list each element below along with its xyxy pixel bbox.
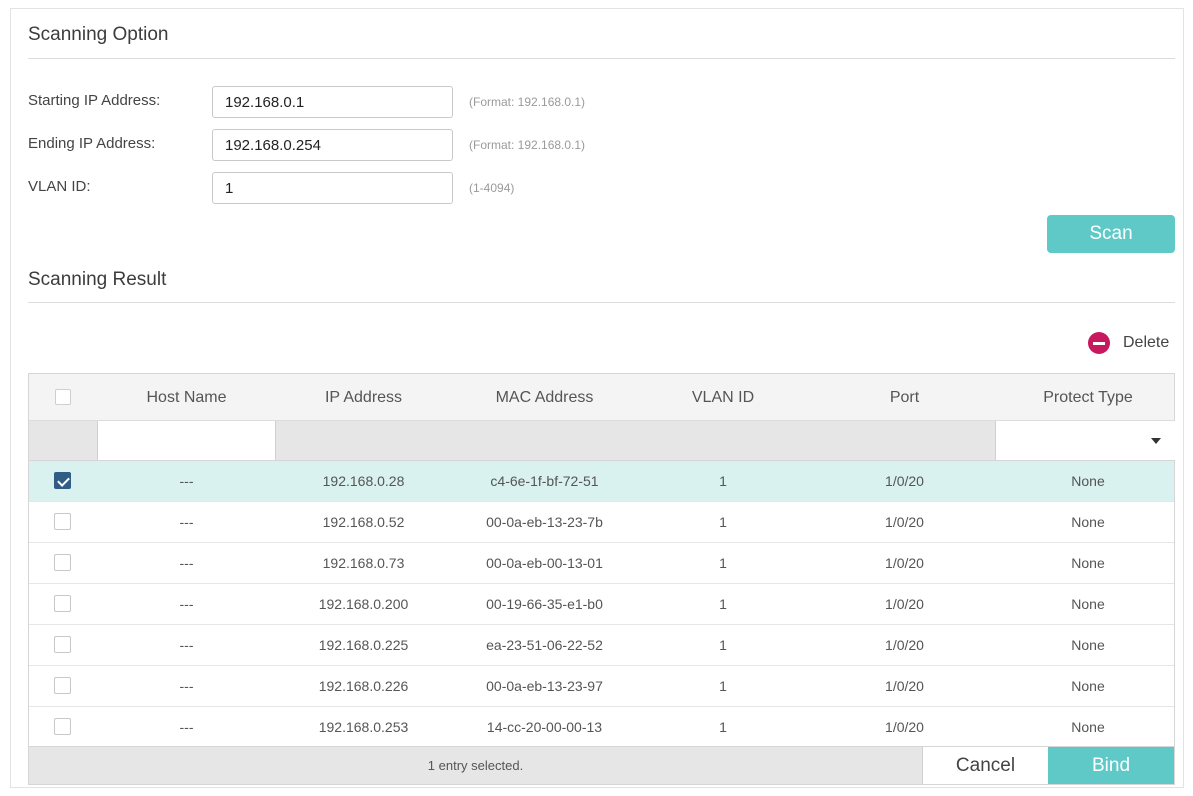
vlan-id-cell: 1 [719,596,727,612]
table-row[interactable]: --- 192.168.0.225 ea-23-51-06-22-52 1 1/0/20… [29,625,1174,666]
bind-button[interactable]: Bind [1048,747,1174,784]
mac-address-cell: ea-23-51-06-22-52 [486,637,603,653]
protect-type-cell: None [1071,473,1105,489]
column-header[interactable]: Host Name [97,374,276,421]
ip-address-cell: 192.168.0.28 [322,473,405,489]
ip-address-cell: 192.168.0.52 [322,514,405,530]
vlan-id-cell: 1 [719,678,727,694]
section-divider [28,58,1175,59]
mac-address-cell: 00-0a-eb-00-13-01 [486,555,603,571]
vlan-id-cell: 1 [719,555,727,571]
ending-ip-input[interactable] [212,129,453,161]
vlan-id-label: VLAN ID: [28,178,91,195]
scan-result-table: Host Name IP Address MAC Address VLAN ID… [28,373,1175,785]
scanning-result-title: Scanning Result [28,269,167,290]
host-name-cell: --- [179,637,194,653]
filter-row [29,421,1175,461]
caret-down-icon [1151,438,1161,444]
vlan-id-hint: (1-4094) [469,181,515,195]
column-header[interactable]: Port [808,374,1001,421]
protect-type-cell: None [1071,555,1105,571]
protect-type-cell: None [1071,719,1105,735]
port-cell: 1/0/20 [885,637,924,653]
ip-address-cell: 192.168.0.200 [318,596,409,612]
mac-address-cell: 00-19-66-35-e1-b0 [486,596,603,612]
minus-circle-icon [1088,332,1110,354]
starting-ip-hint: (Format: 192.168.0.1) [469,95,586,109]
table-footer: 1 entry selected. Cancel Bind [29,746,1174,784]
row-checkbox[interactable] [54,718,71,735]
host-name-cell: --- [179,719,194,735]
table-row[interactable]: --- 192.168.0.52 00-0a-eb-13-23-7b 1 1/0/20 N… [29,502,1174,543]
row-checkbox[interactable] [54,472,71,489]
protect-type-cell: None [1071,678,1105,694]
column-header[interactable]: IP Address [276,374,451,421]
ip-address-cell: 192.168.0.253 [318,719,409,735]
protect-type-cell: None [1071,637,1105,653]
scanning-option-title: Scanning Option [28,24,169,45]
table-row[interactable]: --- 192.168.0.73 00-0a-eb-00-13-01 1 1/0/20 N… [29,543,1174,584]
port-cell: 1/0/20 [885,473,924,489]
delete-button[interactable]: Delete [1088,331,1169,355]
protect-type-filter-select[interactable] [995,421,1175,460]
host-name-cell: --- [179,678,194,694]
ending-ip-hint: (Format: 192.168.0.1) [469,138,586,152]
port-cell: 1/0/20 [885,678,924,694]
ip-address-cell: 192.168.0.226 [318,678,409,694]
table-row[interactable]: --- 192.168.0.253 14-cc-20-00-00-13 1 1/0/20… [29,707,1174,748]
row-checkbox[interactable] [54,554,71,571]
protect-type-cell: None [1071,514,1105,530]
row-checkbox[interactable] [54,636,71,653]
host-name-cell: --- [179,473,194,489]
starting-ip-input[interactable] [212,86,453,118]
port-cell: 1/0/20 [885,719,924,735]
table-header: Host Name IP Address MAC Address VLAN ID… [29,374,1174,421]
ending-ip-label: Ending IP Address: [28,135,156,152]
section-divider [28,302,1175,303]
mac-address-cell: 00-0a-eb-13-23-97 [486,678,603,694]
row-checkbox[interactable] [54,677,71,694]
mac-address-cell: 14-cc-20-00-00-13 [486,719,603,735]
starting-ip-label: Starting IP Address: [28,92,161,109]
mac-address-cell: c4-6e-1f-bf-72-51 [490,473,599,489]
select-all-checkbox[interactable] [55,389,71,405]
vlan-id-cell: 1 [719,637,727,653]
ip-address-cell: 192.168.0.73 [322,555,405,571]
port-cell: 1/0/20 [885,596,924,612]
column-header[interactable]: MAC Address [451,374,638,421]
ip-address-cell: 192.168.0.225 [318,637,409,653]
column-header[interactable]: Protect Type [1001,374,1175,421]
column-header[interactable]: VLAN ID [638,374,808,421]
table-row[interactable]: --- 192.168.0.226 00-0a-eb-13-23-97 1 1/0/20… [29,666,1174,707]
delete-label: Delete [1123,334,1170,351]
vlan-id-cell: 1 [719,719,727,735]
host-name-filter-input[interactable] [97,421,276,460]
selection-status: 1 entry selected. [427,758,524,773]
table-row[interactable]: --- 192.168.0.28 c4-6e-1f-bf-72-51 1 1/0/20 N… [29,461,1174,502]
host-name-cell: --- [179,514,194,530]
row-checkbox[interactable] [54,595,71,612]
mac-address-cell: 00-0a-eb-13-23-7b [486,514,603,530]
vlan-id-cell: 1 [719,473,727,489]
host-name-cell: --- [179,555,194,571]
row-checkbox[interactable] [54,513,71,530]
table-row[interactable]: --- 192.168.0.200 00-19-66-35-e1-b0 1 1/0/20… [29,584,1174,625]
protect-type-cell: None [1071,596,1105,612]
cancel-button[interactable]: Cancel [922,747,1048,784]
vlan-id-input[interactable] [212,172,453,204]
port-cell: 1/0/20 [885,514,924,530]
port-cell: 1/0/20 [885,555,924,571]
host-name-cell: --- [179,596,194,612]
vlan-id-cell: 1 [719,514,727,530]
scan-button[interactable]: Scan [1047,215,1175,253]
